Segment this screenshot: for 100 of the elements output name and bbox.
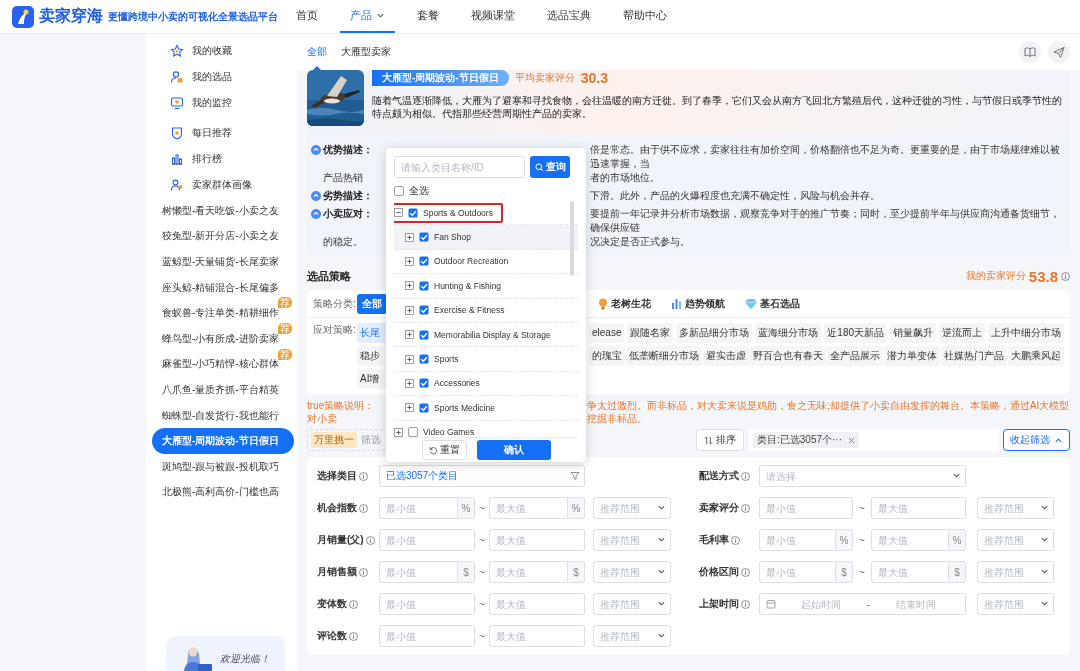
category-tab[interactable]: 全部 <box>357 293 387 314</box>
tree-row[interactable]: Fan Shop <box>394 225 578 250</box>
expand-toggle[interactable] <box>405 378 414 388</box>
sidebar-item[interactable]: 每日推荐 <box>170 120 297 146</box>
category-name[interactable]: Sports & Outdoors <box>423 207 493 218</box>
sidebar-item[interactable]: 我的收藏 <box>170 38 297 64</box>
preset-select[interactable]: 推荐范围 <box>977 561 1054 583</box>
expand-toggle[interactable] <box>394 427 403 437</box>
sidebar-item[interactable]: 蜘蛛型-自发货行-我也能行 <box>152 402 294 429</box>
tree-row[interactable]: Accessories <box>394 371 578 397</box>
strategy-chip[interactable]: 避实击虚 <box>703 346 749 366</box>
checkbox[interactable] <box>419 329 429 340</box>
strategy-chip[interactable]: 潜力单变体 <box>884 346 940 366</box>
end-date-field[interactable]: 结束时间 <box>874 594 957 614</box>
sidebar-item[interactable]: 树懒型-看天吃饭-小卖之友 <box>152 198 294 224</box>
date-range-field[interactable]: 起始时间 - 结束时间 <box>759 593 966 615</box>
sidebar-item[interactable]: 斑鸠型-跟与被跟-投机取巧 <box>152 453 294 480</box>
sidebar-item[interactable]: 北极熊-高利高价-门槛也高 <box>152 479 294 506</box>
category-name[interactable]: Sports <box>434 354 459 365</box>
nav-link[interactable]: 套餐 <box>407 0 449 33</box>
range-field[interactable]: 最小值 <box>759 529 835 551</box>
preset-select[interactable]: 推荐范围 <box>593 529 671 551</box>
filter-chip[interactable]: 类目:已选3057个··· <box>753 432 859 448</box>
checkbox[interactable] <box>419 354 429 365</box>
range-field[interactable]: 最大值 <box>489 561 567 583</box>
expand-toggle[interactable] <box>405 281 414 291</box>
sidebar-item[interactable]: 麻雀型-小巧精悍-核心群体 荐 <box>152 351 294 378</box>
checkbox[interactable] <box>419 378 429 389</box>
range-field[interactable]: 最大值 <box>489 529 585 551</box>
checkbox[interactable] <box>408 427 418 437</box>
expand-toggle[interactable] <box>405 256 414 266</box>
sidebar-item[interactable]: 我的监控 <box>170 90 297 116</box>
category-name[interactable]: Fan Shop <box>434 232 471 243</box>
range-field[interactable]: 最大值 <box>489 625 585 647</box>
category-tab[interactable]: 趋势领航 <box>666 293 730 314</box>
range-field[interactable]: 最小值 <box>379 497 457 519</box>
preset-select[interactable]: 推荐范围 <box>977 593 1054 615</box>
strategy-chip[interactable]: 跟随名家 <box>627 323 674 343</box>
range-field[interactable]: 最大值 <box>871 561 948 583</box>
range-field[interactable]: 最大值 <box>871 497 966 519</box>
expand-toggle[interactable] <box>405 354 414 364</box>
confirm-button[interactable]: 确认 <box>476 440 551 460</box>
strategy-chip[interactable]: 野百合也有春天 <box>750 346 826 366</box>
sidebar-item[interactable]: 大雁型-周期波动-节日假日 <box>152 428 294 454</box>
strategy-chip[interactable]: 逆流而上 <box>938 323 985 343</box>
strategy-chip[interactable]: 全产品展示 <box>827 346 883 366</box>
strategy-chip[interactable]: 多新品细分市场 <box>676 323 753 343</box>
preset-select[interactable]: 推荐范围 <box>593 497 671 519</box>
preset-select[interactable]: 推荐范围 <box>593 593 671 615</box>
range-field[interactable]: 最小值 <box>379 561 457 583</box>
tree-row[interactable]: Memorabilia Display & Storage <box>394 322 578 348</box>
category-name[interactable]: Memorabilia Display & Storage <box>434 329 551 340</box>
select-field[interactable]: 请选择 <box>759 465 966 487</box>
preset-select[interactable]: 推荐范围 <box>977 529 1054 551</box>
sort-button[interactable]: 排序 <box>696 429 744 451</box>
range-field[interactable]: 最大值 <box>489 593 585 615</box>
sidebar-item[interactable]: 八爪鱼-量质齐抓-平台精英 <box>152 377 294 403</box>
expand-toggle[interactable] <box>405 232 414 242</box>
range-field[interactable]: 最小值 <box>759 561 835 583</box>
range-field[interactable]: 最大值 <box>871 529 948 551</box>
checkbox[interactable] <box>419 232 429 243</box>
tree-row[interactable]: Sports <box>394 347 578 372</box>
book-icon[interactable] <box>1019 41 1041 63</box>
strategy-chip[interactable]: elease <box>589 323 625 343</box>
range-field[interactable]: 最大值 <box>489 497 567 519</box>
tab[interactable]: 大雁型卖家 <box>341 34 391 70</box>
strategy-chip[interactable]: 的瑰宝 <box>589 346 625 366</box>
sidebar-item[interactable]: 卖家群体画像 <box>170 172 297 198</box>
start-date-field[interactable]: 起始时间 <box>780 594 863 614</box>
reset-button[interactable]: 重置 <box>421 440 467 460</box>
category-tab[interactable]: 基石选品 <box>740 293 805 314</box>
search-button[interactable]: 查询 <box>530 156 570 178</box>
strategy-chip[interactable]: 近180天新品 <box>824 323 888 343</box>
scrollbar[interactable] <box>570 201 574 276</box>
search-field[interactable]: 请输入类目名称/ID <box>394 156 525 178</box>
logo-icon[interactable] <box>12 5 34 28</box>
checkbox[interactable] <box>419 305 429 316</box>
send-icon[interactable] <box>1048 41 1070 63</box>
checkbox[interactable] <box>419 402 429 413</box>
strategy-chip[interactable]: 大鹏乘风起 <box>1008 346 1064 366</box>
strategy-chip[interactable]: 社媒热门产品 <box>941 346 1007 366</box>
checkbox[interactable] <box>419 280 429 291</box>
tree-row[interactable]: Exercise & Fitness <box>394 298 578 323</box>
sidebar-item[interactable]: 我的选品 <box>170 64 297 90</box>
checkbox[interactable] <box>419 256 429 267</box>
category-tab[interactable]: 老树生花 <box>593 293 656 314</box>
range-field[interactable]: 最小值 <box>379 593 475 615</box>
range-field[interactable]: 最小值 <box>379 625 475 647</box>
category-name[interactable]: Accessories <box>434 378 480 389</box>
sidebar-item[interactable]: 狡兔型-新开分店-小卖之友 <box>152 223 294 250</box>
sidebar-item[interactable]: 蓝鲸型-天量铺货-长尾卖家 <box>152 249 294 275</box>
strategy-chip[interactable]: 销量飙升 <box>890 323 936 343</box>
checkbox[interactable] <box>408 207 418 218</box>
preset-select[interactable]: 推荐范围 <box>977 497 1054 519</box>
expand-toggle[interactable] <box>405 403 414 413</box>
range-field[interactable]: 最小值 <box>379 529 475 551</box>
nav-link[interactable]: 帮助中心 <box>613 0 677 33</box>
expand-toggle[interactable] <box>405 305 414 315</box>
strategy-chip[interactable]: 低垄断细分市场 <box>626 346 702 366</box>
category-name[interactable]: Exercise & Fitness <box>434 305 505 316</box>
